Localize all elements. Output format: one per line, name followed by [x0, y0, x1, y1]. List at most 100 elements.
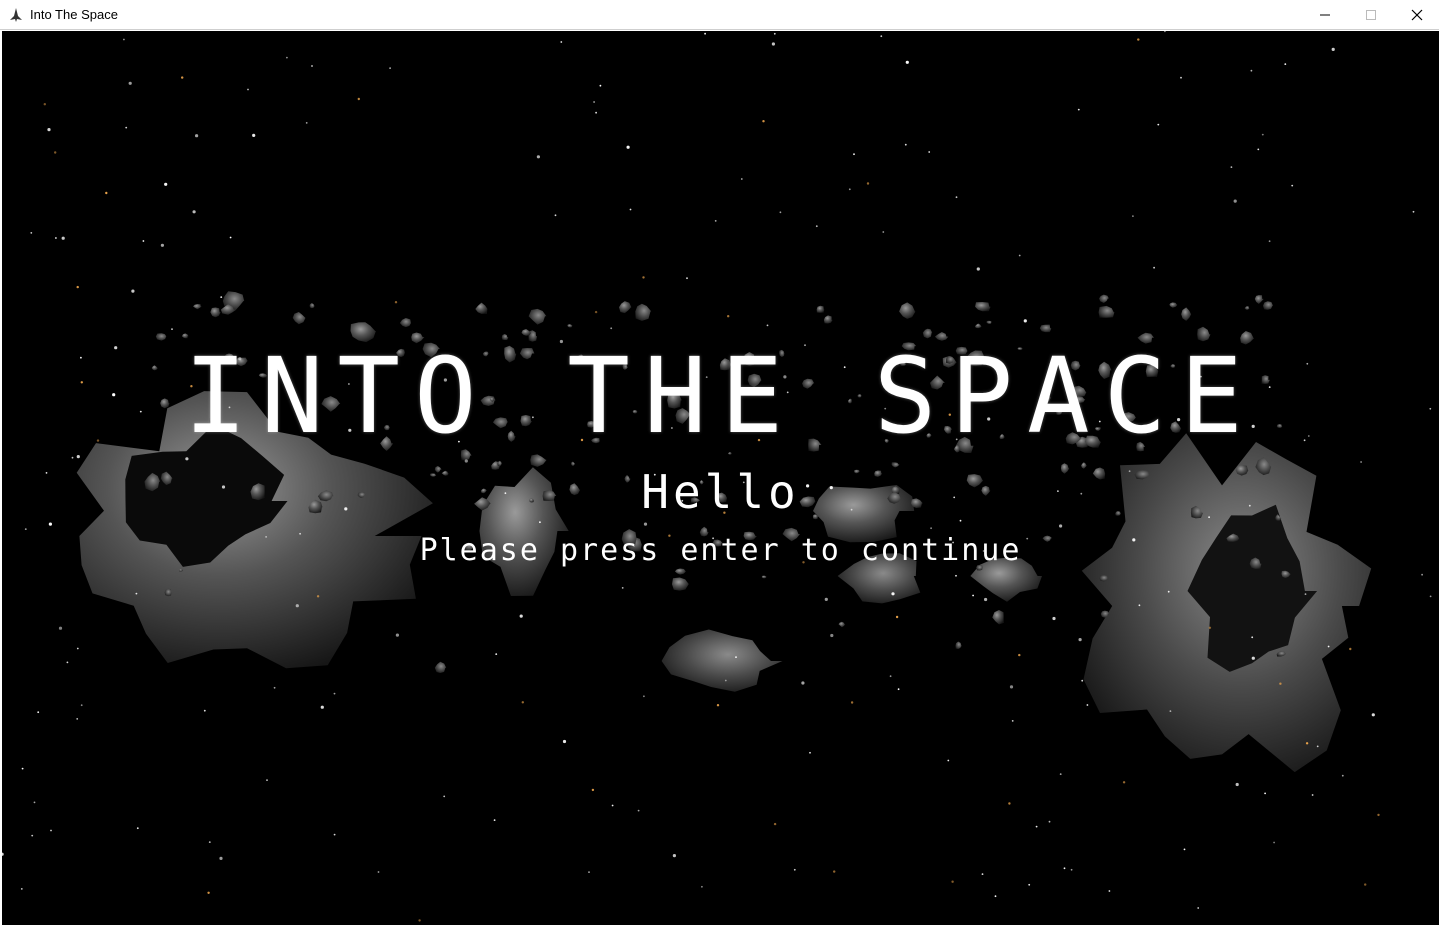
asteroid: [1039, 324, 1052, 333]
star: [562, 739, 567, 744]
star: [882, 231, 885, 233]
star: [1086, 704, 1089, 706]
star: [1264, 792, 1266, 795]
star: [1304, 593, 1307, 595]
star: [1009, 685, 1014, 689]
star: [1377, 813, 1380, 817]
star: [593, 101, 595, 103]
star: [815, 225, 818, 228]
star: [229, 236, 232, 239]
star: [984, 597, 988, 602]
star: [880, 35, 883, 38]
maximize-button[interactable]: [1348, 0, 1394, 30]
star: [142, 240, 145, 242]
star: [164, 182, 168, 186]
star: [305, 122, 308, 124]
star: [560, 41, 563, 43]
window-titlebar[interactable]: Into The Space: [0, 0, 1439, 30]
star: [642, 276, 645, 279]
star: [1257, 148, 1260, 151]
asteroid: [619, 301, 632, 314]
star: [955, 196, 958, 199]
star: [357, 97, 360, 101]
star: [47, 128, 51, 132]
star: [131, 289, 135, 293]
asteroid: [567, 324, 573, 328]
star: [1063, 867, 1066, 870]
star: [80, 704, 83, 707]
star: [185, 457, 189, 461]
star: [850, 701, 854, 704]
spaceship-icon: [8, 7, 24, 23]
star: [24, 528, 27, 530]
star: [333, 692, 336, 695]
asteroid: [816, 305, 825, 313]
asteroid: [1099, 294, 1109, 303]
star: [1261, 133, 1264, 136]
star: [951, 880, 954, 883]
star: [809, 751, 811, 754]
star: [295, 604, 299, 608]
star: [1341, 774, 1344, 777]
asteroid: [823, 315, 833, 324]
star: [1137, 38, 1140, 41]
star: [897, 688, 900, 691]
star: [714, 220, 717, 222]
star: [1364, 883, 1367, 886]
star: [1421, 573, 1423, 576]
star: [833, 870, 836, 873]
star: [1371, 713, 1375, 717]
asteroid: [1181, 307, 1192, 321]
star: [311, 65, 313, 67]
asteroid: [210, 307, 221, 318]
star: [1305, 742, 1309, 745]
star: [1167, 590, 1170, 593]
star: [536, 155, 541, 159]
star: [320, 705, 324, 709]
asteroid: [1244, 306, 1250, 310]
close-button[interactable]: [1394, 0, 1439, 30]
star: [30, 232, 33, 234]
star: [793, 868, 796, 871]
minimize-icon: [1319, 6, 1331, 25]
star: [1018, 653, 1021, 657]
asteroid: [434, 661, 447, 673]
star: [207, 891, 210, 894]
minimize-button[interactable]: [1302, 0, 1348, 30]
close-icon: [1411, 6, 1423, 25]
star: [735, 656, 737, 658]
star: [105, 191, 108, 195]
star: [889, 675, 892, 678]
star: [1284, 63, 1287, 65]
star: [824, 597, 828, 602]
star: [220, 296, 223, 298]
star: [626, 145, 630, 149]
star: [672, 854, 677, 858]
star: [2, 852, 4, 856]
star: [123, 38, 125, 41]
star: [1180, 76, 1182, 79]
maximize-icon: [1365, 6, 1377, 25]
star: [208, 841, 211, 843]
star: [1327, 645, 1330, 648]
star: [1311, 794, 1314, 796]
star: [418, 919, 421, 922]
star: [33, 801, 36, 804]
star: [1230, 166, 1233, 169]
star: [771, 42, 776, 46]
star: [66, 661, 69, 664]
star: [519, 614, 523, 618]
star: [588, 871, 590, 873]
star: [621, 587, 624, 589]
star: [76, 647, 79, 650]
star: [1059, 773, 1062, 775]
star: [637, 809, 640, 812]
star: [395, 633, 399, 637]
asteroid: [838, 621, 846, 628]
star: [959, 519, 962, 522]
asteroid: [761, 575, 767, 579]
star: [61, 236, 65, 240]
star: [1429, 595, 1432, 598]
game-canvas[interactable]: INTO THE SPACE Hello Please press enter …: [2, 31, 1439, 925]
asteroid: [399, 318, 411, 328]
